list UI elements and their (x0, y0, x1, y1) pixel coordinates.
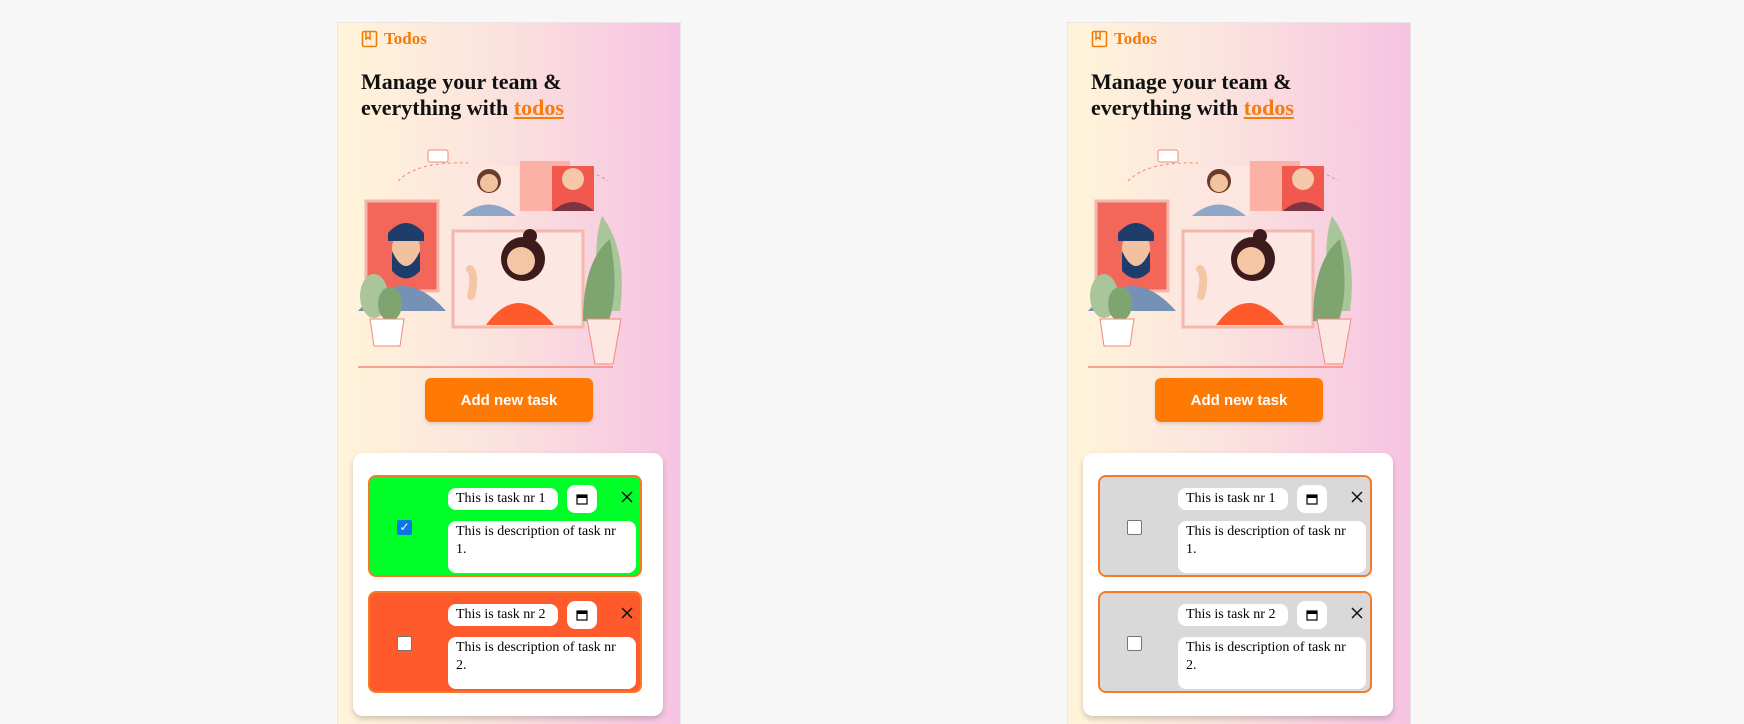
close-icon[interactable] (1350, 490, 1364, 504)
task-date-button[interactable] (567, 485, 597, 513)
add-new-task-button[interactable]: Add new task (1155, 378, 1323, 422)
headline: Manage your team & everything with todos (1091, 69, 1391, 121)
team-video-call-illustration (358, 149, 622, 368)
task-title-input[interactable]: This is task nr 1 (448, 488, 558, 510)
team-video-call-illustration (1088, 149, 1352, 368)
task-title-input[interactable]: This is task nr 2 (1178, 604, 1288, 626)
app-view-left: Todos Manage your team & everything with… (338, 23, 680, 724)
close-icon[interactable] (620, 490, 634, 504)
task-description-input[interactable]: This is description of task nr 1. (1178, 521, 1366, 573)
close-icon[interactable] (620, 606, 634, 620)
task-card: This is task nr 2 This is description of… (368, 591, 642, 693)
close-icon[interactable] (1350, 606, 1364, 620)
task-date-button[interactable] (1297, 485, 1327, 513)
task-checkbox[interactable] (397, 636, 412, 651)
calendar-icon (576, 610, 588, 621)
task-card: This is task nr 1 This is description of… (1098, 475, 1372, 577)
brand-name: Todos (384, 29, 427, 48)
task-date-button[interactable] (1297, 601, 1327, 629)
task-title-input[interactable]: This is task nr 2 (448, 604, 558, 626)
book-icon (361, 30, 378, 47)
book-icon (1091, 30, 1108, 47)
calendar-icon (1306, 494, 1318, 505)
task-description-input[interactable]: This is description of task nr 1. (448, 521, 636, 573)
headline-link[interactable]: todos (1244, 95, 1294, 120)
headline-link[interactable]: todos (514, 95, 564, 120)
task-list: ✓ This is task nr 1 This is description … (353, 453, 663, 716)
task-description-input[interactable]: This is description of task nr 2. (448, 637, 636, 689)
calendar-icon (576, 494, 588, 505)
task-checkbox[interactable]: ✓ (397, 520, 412, 535)
calendar-icon (1306, 610, 1318, 621)
brand-name: Todos (1114, 29, 1157, 48)
task-title-input[interactable]: This is task nr 1 (1178, 488, 1288, 510)
task-card: This is task nr 2 This is description of… (1098, 591, 1372, 693)
task-date-button[interactable] (567, 601, 597, 629)
add-new-task-button[interactable]: Add new task (425, 378, 593, 422)
task-card: ✓ This is task nr 1 This is description … (368, 475, 642, 577)
task-list: This is task nr 1 This is description of… (1083, 453, 1393, 716)
headline: Manage your team & everything with todos (361, 69, 661, 121)
task-checkbox[interactable] (1127, 636, 1142, 651)
app-view-right: Todos Manage your team & everything with… (1068, 23, 1410, 724)
brand[interactable]: Todos (361, 29, 427, 49)
task-description-input[interactable]: This is description of task nr 2. (1178, 637, 1366, 689)
task-checkbox[interactable] (1127, 520, 1142, 535)
brand[interactable]: Todos (1091, 29, 1157, 49)
